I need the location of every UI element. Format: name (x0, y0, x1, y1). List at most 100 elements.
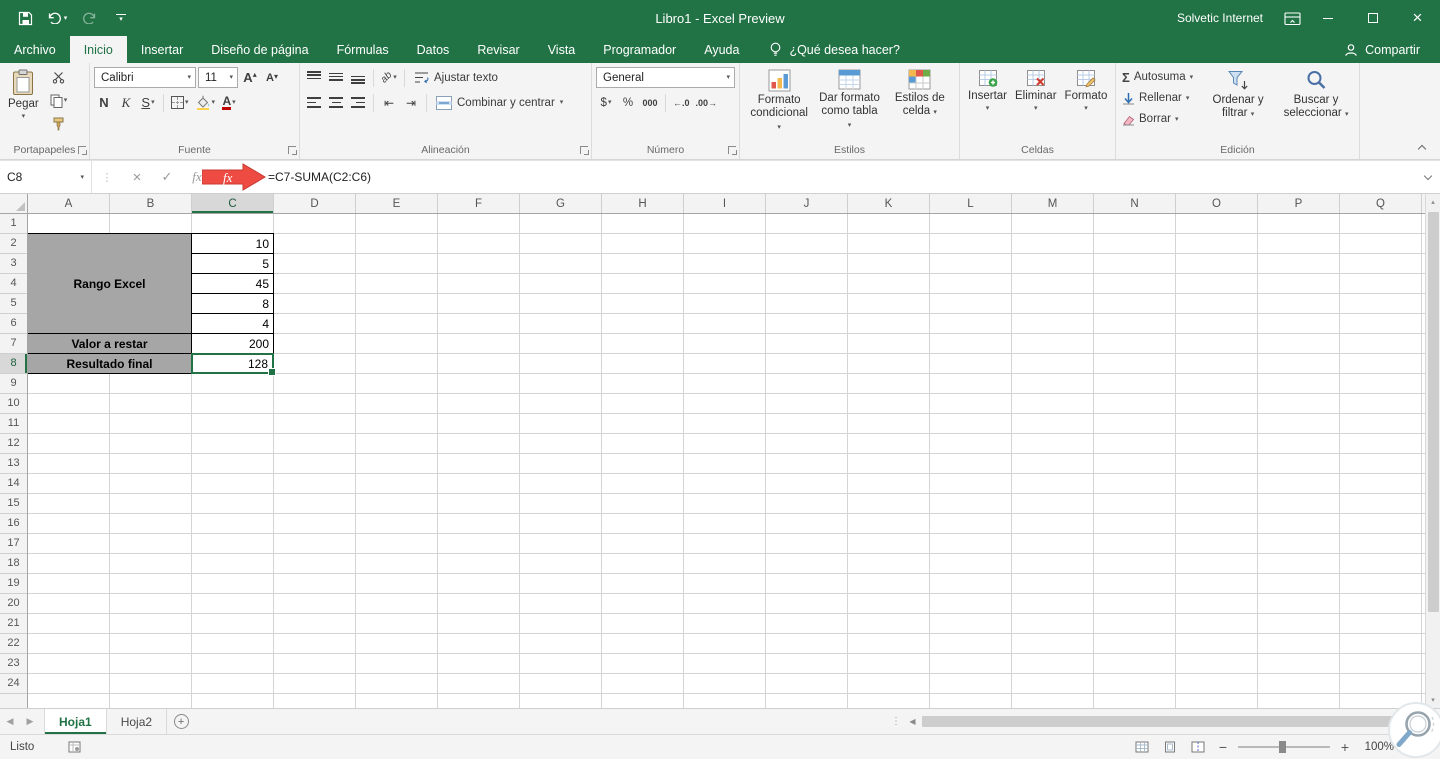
row-header-19[interactable]: 19 (0, 574, 27, 594)
column-header-c[interactable]: C (192, 194, 274, 213)
label-cell-resultado-final[interactable]: Resultado final (28, 353, 192, 374)
align-left-button[interactable] (304, 92, 324, 113)
decrease-indent-button[interactable] (379, 92, 399, 113)
font-size-select[interactable]: 11 (198, 67, 238, 88)
increase-indent-button[interactable] (401, 92, 421, 113)
format-cells-button[interactable]: Formato (1061, 67, 1112, 114)
row-header-16[interactable]: 16 (0, 514, 27, 534)
row-header-13[interactable]: 13 (0, 454, 27, 474)
tab-revisar[interactable]: Revisar (463, 36, 533, 63)
column-header-f[interactable]: F (438, 194, 520, 213)
align-top-button[interactable] (304, 67, 324, 88)
tab-datos[interactable]: Datos (403, 36, 464, 63)
column-header-k[interactable]: K (848, 194, 930, 213)
sheet-tab-hoja1[interactable]: Hoja1 (44, 709, 107, 734)
insert-cells-button[interactable]: Insertar (964, 67, 1011, 114)
ribbon-display-options-button[interactable] (1279, 4, 1305, 32)
row-header-18[interactable]: 18 (0, 554, 27, 574)
tab-ayuda[interactable]: Ayuda (690, 36, 753, 63)
conditional-formatting-button[interactable]: Formato condicional (744, 67, 814, 135)
column-header-m[interactable]: M (1012, 194, 1094, 213)
row-header-4[interactable]: 4 (0, 274, 27, 294)
horizontal-scroll-track[interactable] (922, 709, 1420, 734)
comma-format-button[interactable]: 000 (640, 92, 660, 113)
cell-c3[interactable]: 5 (191, 253, 274, 274)
cells-area[interactable]: Rango Excel Valor a restar Resultado final… (28, 214, 1425, 708)
wrap-text-button[interactable]: Ajustar texto (410, 67, 502, 88)
cell-c5[interactable]: 8 (191, 293, 274, 314)
customize-qat-button[interactable] (108, 4, 134, 32)
hscroll-left-arrow[interactable] (905, 717, 920, 726)
sort-filter-button[interactable]: Ordenar y filtrar (1199, 67, 1277, 122)
font-color-button[interactable] (219, 92, 239, 113)
row-header-23[interactable]: 23 (0, 654, 27, 674)
label-cell-rango-excel[interactable]: Rango Excel (28, 233, 192, 334)
collapse-ribbon-button[interactable] (1414, 140, 1430, 154)
cell-c7[interactable]: 200 (191, 333, 274, 354)
name-box-splitter[interactable]: ⋮ (92, 161, 122, 193)
horizontal-scroll-thumb[interactable] (922, 716, 1398, 727)
row-header-10[interactable]: 10 (0, 394, 27, 414)
row-header-11[interactable]: 11 (0, 414, 27, 434)
cell-c2[interactable]: 10 (191, 233, 274, 254)
column-header-i[interactable]: I (684, 194, 766, 213)
orientation-button[interactable] (379, 67, 399, 88)
horizontal-scrollbar[interactable] (905, 709, 1440, 734)
tab-insertar[interactable]: Insertar (127, 36, 197, 63)
merge-center-button[interactable]: Combinar y centrar (432, 92, 567, 113)
row-header-22[interactable]: 22 (0, 634, 27, 654)
column-header-n[interactable]: N (1094, 194, 1176, 213)
add-sheet-button[interactable] (167, 709, 195, 734)
sheet-nav-left-button[interactable] (0, 709, 20, 734)
sheet-tab-hoja2[interactable]: Hoja2 (107, 709, 168, 734)
row-header-6[interactable]: 6 (0, 314, 27, 334)
decrease-font-button[interactable] (262, 67, 282, 88)
format-as-table-button[interactable]: Dar formato como tabla (814, 67, 884, 133)
redo-button[interactable] (76, 4, 102, 32)
page-break-view-button[interactable] (1188, 737, 1208, 757)
zoom-in-button[interactable]: + (1338, 739, 1352, 755)
fill-button[interactable]: Rellenar (1120, 88, 1195, 108)
tab-diseno-de-pagina[interactable]: Diseño de página (197, 36, 322, 63)
clear-button[interactable]: Borrar (1120, 109, 1195, 129)
cell-c6[interactable]: 4 (191, 313, 274, 334)
enter-formula-button[interactable] (152, 161, 182, 193)
tell-me-box[interactable]: ¿Qué desea hacer? (769, 36, 900, 63)
fill-color-button[interactable] (193, 92, 218, 113)
maximize-button[interactable] (1350, 0, 1395, 36)
row-header-12[interactable]: 12 (0, 434, 27, 454)
account-name[interactable]: Solvetic Internet (1177, 11, 1263, 25)
column-header-l[interactable]: L (930, 194, 1012, 213)
sheet-nav-right-button[interactable] (20, 709, 40, 734)
format-painter-button[interactable] (48, 113, 70, 134)
tab-vista[interactable]: Vista (534, 36, 590, 63)
cancel-formula-button[interactable] (122, 161, 152, 193)
zoom-slider[interactable] (1238, 741, 1330, 753)
tab-inicio[interactable]: Inicio (69, 36, 127, 63)
vertical-scroll-thumb[interactable] (1427, 212, 1439, 612)
percent-format-button[interactable]: % (618, 92, 638, 113)
column-header-o[interactable]: O (1176, 194, 1258, 213)
row-header-3[interactable]: 3 (0, 254, 27, 274)
column-header-a[interactable]: A (28, 194, 110, 213)
cell-c8[interactable]: 128 (191, 353, 276, 376)
label-cell-valor-a-restar[interactable]: Valor a restar (28, 333, 192, 354)
align-center-button[interactable] (326, 92, 346, 113)
row-header-8[interactable]: 8 (0, 354, 27, 374)
currency-format-button[interactable]: $ (596, 92, 616, 113)
zoom-out-button[interactable]: − (1216, 739, 1230, 755)
tab-archivo[interactable]: Archivo (0, 36, 70, 63)
row-header-9[interactable]: 9 (0, 374, 27, 394)
borders-button[interactable] (169, 92, 191, 113)
macro-record-button[interactable] (64, 737, 84, 757)
formula-input[interactable]: =C7-SUMA(C2:C6) (212, 161, 1416, 193)
alignment-dialog-launcher[interactable] (580, 146, 589, 155)
normal-view-button[interactable] (1132, 737, 1152, 757)
column-header-h[interactable]: H (602, 194, 684, 213)
decrease-decimal-button[interactable] (694, 92, 720, 113)
column-header-q[interactable]: Q (1340, 194, 1422, 213)
column-header-e[interactable]: E (356, 194, 438, 213)
minimize-button[interactable] (1305, 0, 1350, 36)
name-box[interactable]: C8 (0, 161, 92, 193)
share-button[interactable]: Compartir (1344, 36, 1440, 63)
